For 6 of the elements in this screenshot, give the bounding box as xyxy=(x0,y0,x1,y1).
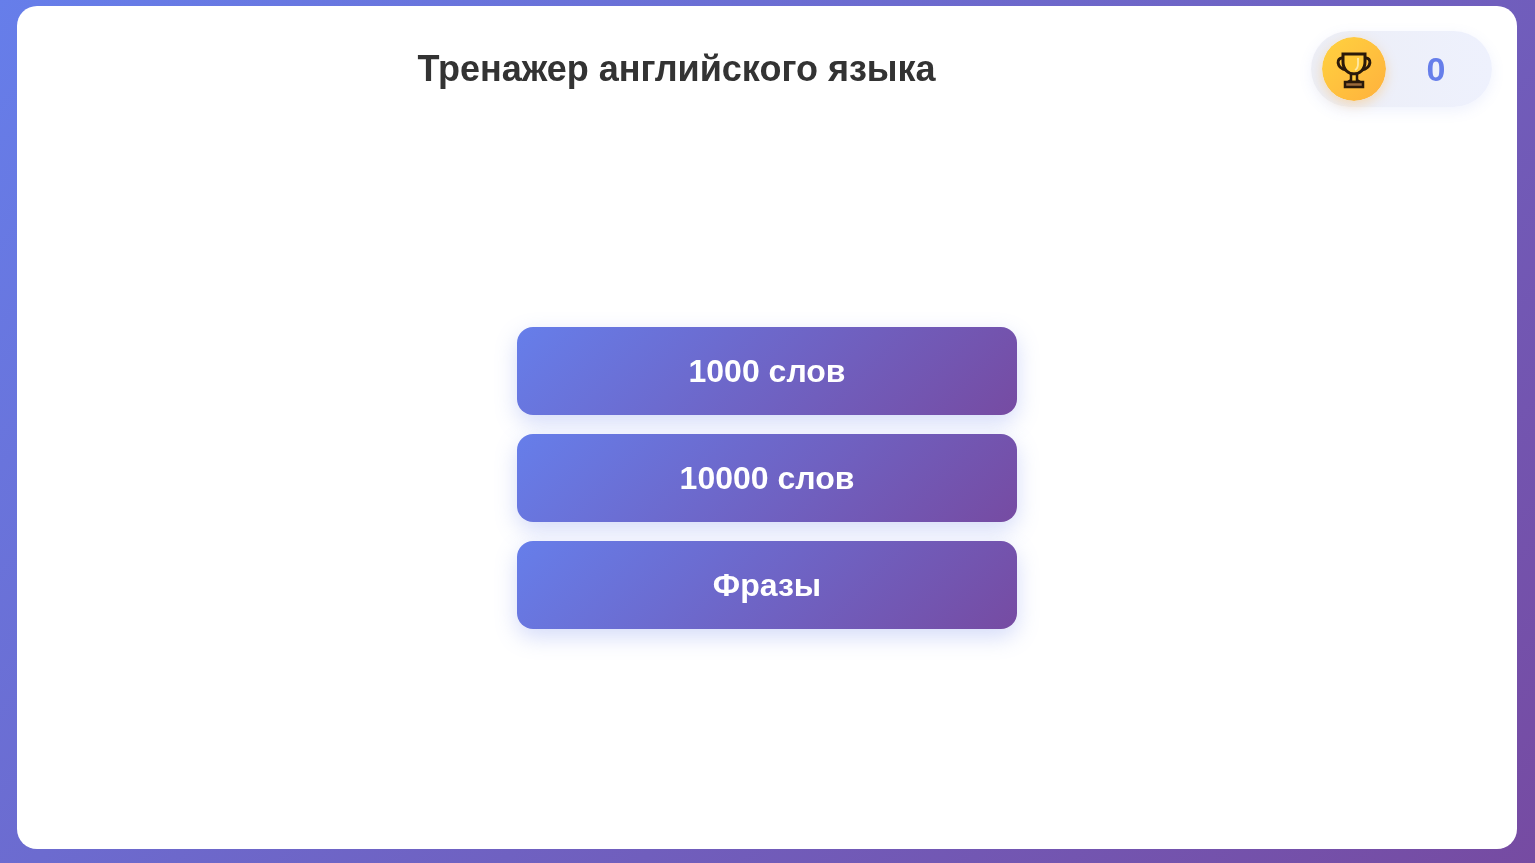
mode-button[interactable]: 1000 слов xyxy=(517,327,1017,415)
mode-button[interactable]: Фразы xyxy=(517,541,1017,629)
score-value: 0 xyxy=(1425,48,1447,90)
trophy-icon xyxy=(1322,37,1386,101)
mode-button[interactable]: 10000 слов xyxy=(517,434,1017,522)
app-title: Тренажер английского языка xyxy=(416,47,937,91)
